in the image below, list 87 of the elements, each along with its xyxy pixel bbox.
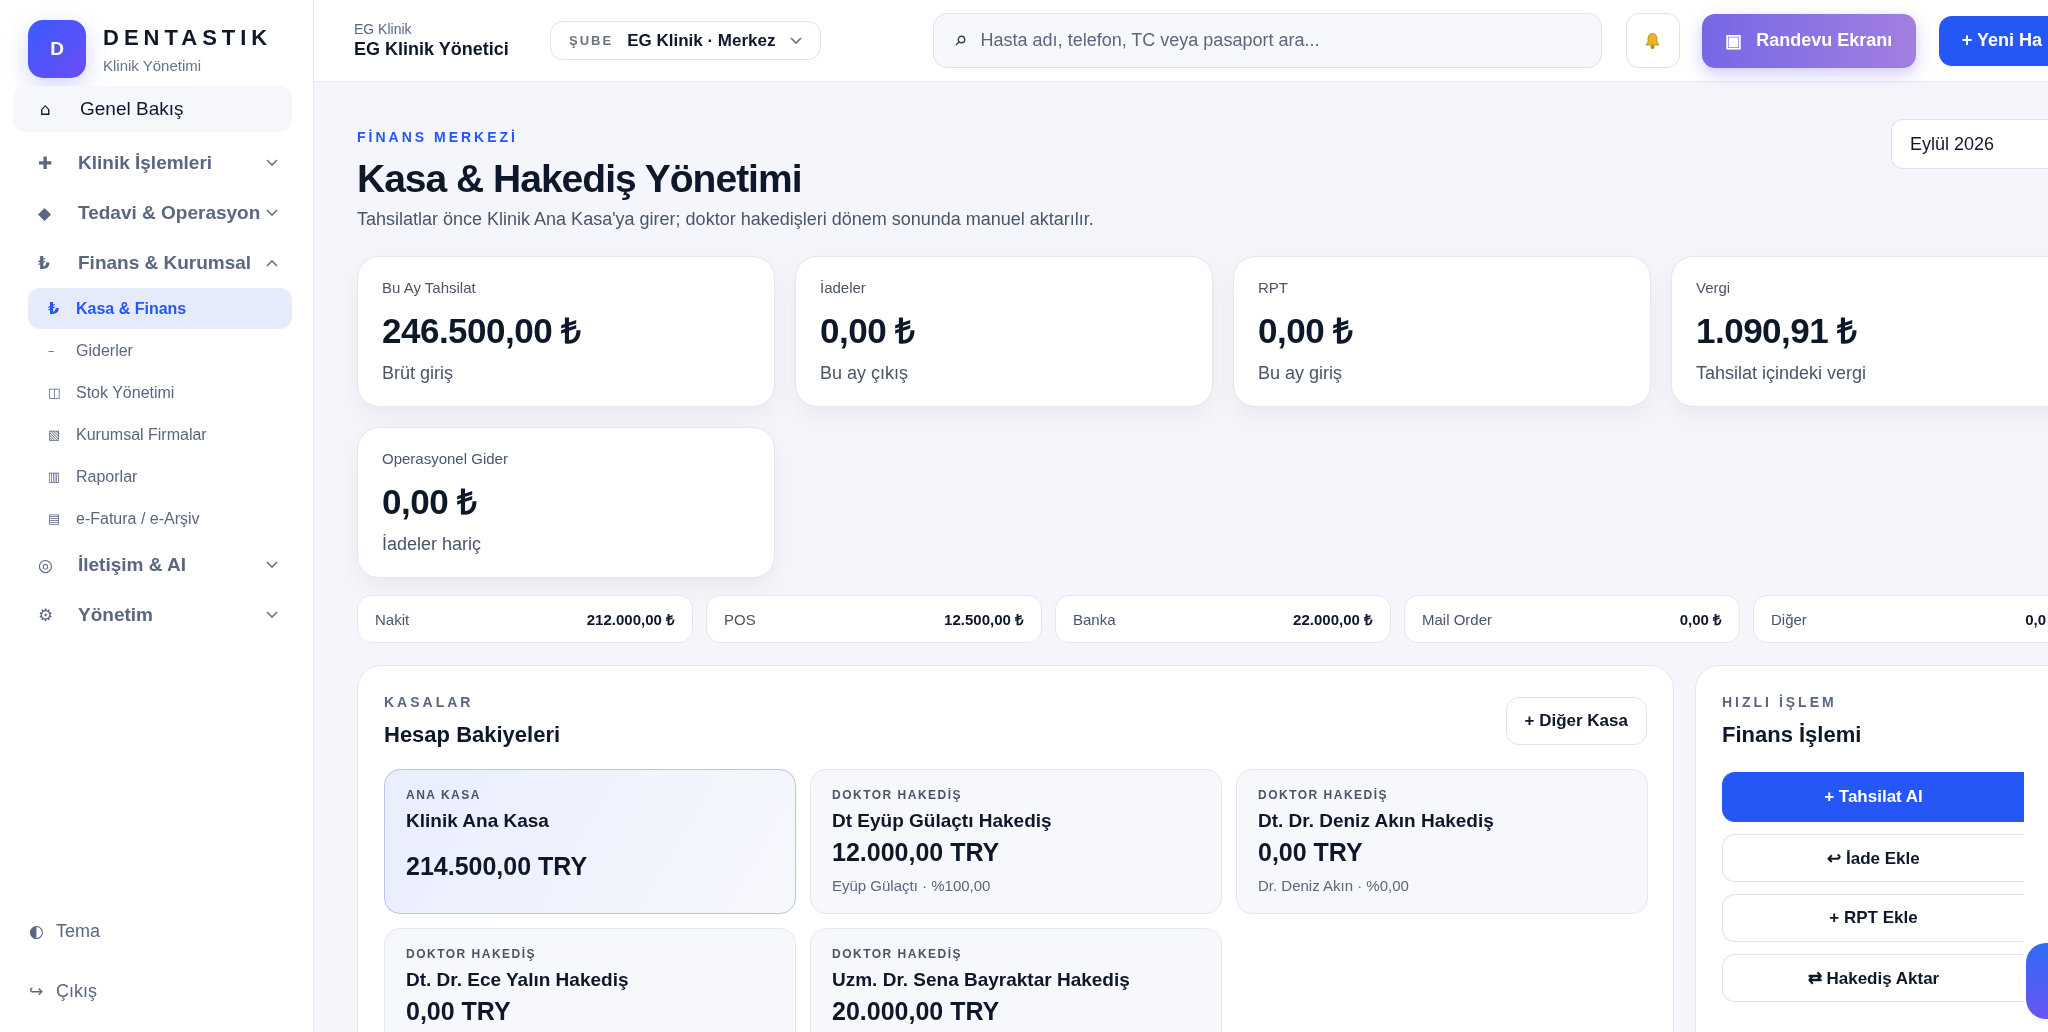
floating-button[interactable]	[2026, 943, 2048, 1019]
stat-value: 246.500,00 ₺	[382, 310, 582, 352]
stat-note: Brüt giriş	[382, 363, 454, 384]
account-name: Dt. Dr. Deniz Akın Hakediş	[1258, 810, 1495, 832]
account-card[interactable]: DOKTOR HAKEDİŞ Dt. Dr. Deniz Akın Hakediş 0,00 TRY Dr. Deniz Akın · %0,00	[1236, 769, 1648, 914]
bell-icon	[1644, 31, 1662, 50]
action-button[interactable]: ⇄ Hakediş Aktar	[1722, 954, 2024, 1002]
account-card[interactable]: DOKTOR HAKEDİŞ Uzm. Dr. Sena Bayraktar Hakediş 20.000,00 TRY	[810, 928, 1222, 1032]
chevron-down-icon	[789, 36, 802, 45]
stat-note: Bu ay giriş	[1258, 363, 1344, 384]
panel-eyebrow: KASALAR	[384, 694, 475, 710]
payment-method-label: Diğer	[1771, 610, 1807, 628]
search-field[interactable]: Hasta adı, telefon, TC veya pasaport ara...	[932, 13, 1602, 68]
action-button[interactable]: ↩ İade Ekle	[1722, 834, 2024, 882]
nav-item[interactable]: ▥ Raporlar	[28, 456, 292, 497]
panel-eyebrow: HIZLI İŞLEM	[1722, 694, 1838, 710]
logo-badge: D	[28, 20, 86, 78]
payment-method-amount: 22.000,00 ₺	[1293, 610, 1373, 629]
nav-group[interactable]: ✚ Klinik İşlemleri	[13, 138, 292, 188]
nav-item[interactable]: ▧ Kurumsal Firmalar	[28, 414, 292, 455]
nav-item[interactable]: ▤ e-Fatura / e-Arşiv	[28, 498, 292, 539]
branch-select[interactable]: ŞUBE EG Klinik · Merkez	[550, 21, 821, 60]
account-balance: 20.000,00 TRY	[832, 997, 1001, 1026]
payment-method-amount: 0,0	[2025, 610, 2046, 628]
nav-group[interactable]: ⚙ Yönetim	[13, 590, 292, 640]
account-balance: 12.000,00 TRY	[832, 838, 1001, 867]
account-type: DOKTOR HAKEDİŞ	[832, 788, 964, 802]
section-eyebrow: FİNANS MERKEZİ	[357, 129, 519, 145]
account-type: DOKTOR HAKEDİŞ	[832, 947, 964, 961]
stat-value: 1.090,91 ₺	[1696, 310, 1858, 352]
payment-method-label: Banka	[1073, 610, 1116, 628]
stat-label: RPT	[1258, 279, 1289, 296]
stat-value: 0,00 ₺	[820, 310, 916, 352]
stat-note: Bu ay çıkış	[820, 363, 910, 384]
org-caption: EG Klinik	[354, 21, 413, 37]
account-type: DOKTOR HAKEDİŞ	[406, 947, 538, 961]
payment-method-label: POS	[724, 610, 756, 628]
action-button[interactable]: + Tahsilat Al	[1722, 772, 2024, 822]
action-button[interactable]: + RPT Ekle	[1722, 894, 2024, 942]
account-name: Klinik Ana Kasa	[406, 810, 550, 832]
account-detail: Dr. Deniz Akın · %0,00	[1258, 877, 1410, 894]
stat-label: Vergi	[1696, 279, 1732, 296]
nav-item[interactable]: – Giderler	[28, 330, 292, 371]
account-balance: 0,00 TRY	[1258, 838, 1364, 867]
payment-method-amount: 212.000,00 ₺	[586, 610, 675, 629]
account-type: DOKTOR HAKEDİŞ	[1258, 788, 1390, 802]
sidebar-action[interactable]: ◐ Tema	[29, 912, 313, 950]
account-card[interactable]: DOKTOR HAKEDİŞ Dt. Dr. Ece Yalın Hakediş 0,00 TRY	[384, 928, 796, 1032]
account-card[interactable]: ANA KASA Klinik Ana Kasa 214.500,00 TRY	[384, 769, 796, 914]
account-card[interactable]: DOKTOR HAKEDİŞ Dt Eyüp Gülaçtı Hakediş 12.000,00 TRY Eyüp Gülaçtı · %100,00	[810, 769, 1222, 914]
nav-item[interactable]: ₺ Kasa & Finans	[28, 288, 292, 329]
payment-method-label: Nakit	[375, 610, 410, 628]
account-balance: 214.500,00 TRY	[406, 852, 589, 881]
org-title: EG Klinik Yönetici	[354, 39, 510, 60]
stat-note: Tahsilat içindeki vergi	[1696, 363, 1868, 384]
new-button[interactable]: + Yeni Ha	[1938, 15, 2048, 66]
nav-item[interactable]: ◫ Stok Yönetimi	[28, 372, 292, 413]
stat-note: İadeler hariç	[382, 534, 483, 555]
page-title: Kasa & Hakediş Yönetimi	[357, 157, 803, 201]
stat-label: İadeler	[820, 279, 867, 296]
account-detail: Eyüp Gülaçtı · %100,00	[832, 877, 992, 894]
brand-subtitle: Klinik Yönetimi	[103, 56, 203, 74]
stat-value: 0,00 ₺	[382, 481, 478, 523]
payment-method-label: Mail Order	[1422, 610, 1492, 628]
account-name: Dt Eyüp Gülaçtı Hakediş	[832, 810, 1053, 832]
payment-method-amount: 0,00 ₺	[1679, 610, 1722, 629]
page-description: Tahsilatlar önce Klinik Ana Kasa'ya girer; doktor hakedişleri dönem sonunda manuel aktarılır.	[357, 209, 1094, 230]
panel-title: Hesap Bakiyeleri	[384, 722, 561, 748]
stat-value: 0,00 ₺	[1258, 310, 1354, 352]
account-name: Dt. Dr. Ece Yalın Hakediş	[406, 969, 630, 991]
panel-title: Finans İşlemi	[1722, 722, 1863, 748]
period-select[interactable]: Eylül 2026	[1891, 119, 2048, 169]
stat-label: Operasyonel Gider	[382, 450, 509, 467]
add-account-button[interactable]: + Diğer Kasa	[1505, 697, 1647, 745]
stat-label: Bu Ay Tahsilat	[382, 279, 477, 296]
nav-item[interactable]: ⌂ Genel Bakış	[13, 86, 292, 132]
nav-group[interactable]: ◎ İletişim & AI	[13, 540, 292, 590]
payment-method-amount: 12.500,00 ₺	[944, 610, 1024, 629]
account-type: ANA KASA	[406, 788, 482, 802]
search-icon	[954, 35, 966, 46]
account-balance: 0,00 TRY	[406, 997, 512, 1026]
appointment-screen-button[interactable]: ▣ Randevu Ekranı	[1701, 13, 1916, 68]
nav-group[interactable]: ₺ Finans & Kurumsal	[13, 238, 292, 288]
sidebar-action[interactable]: ↪ Çıkış	[29, 972, 313, 1010]
brand-name: DENTASTIK	[103, 24, 273, 51]
account-name: Uzm. Dr. Sena Bayraktar Hakediş	[832, 969, 1131, 991]
nav-group[interactable]: ◆ Tedavi & Operasyon	[13, 188, 292, 238]
